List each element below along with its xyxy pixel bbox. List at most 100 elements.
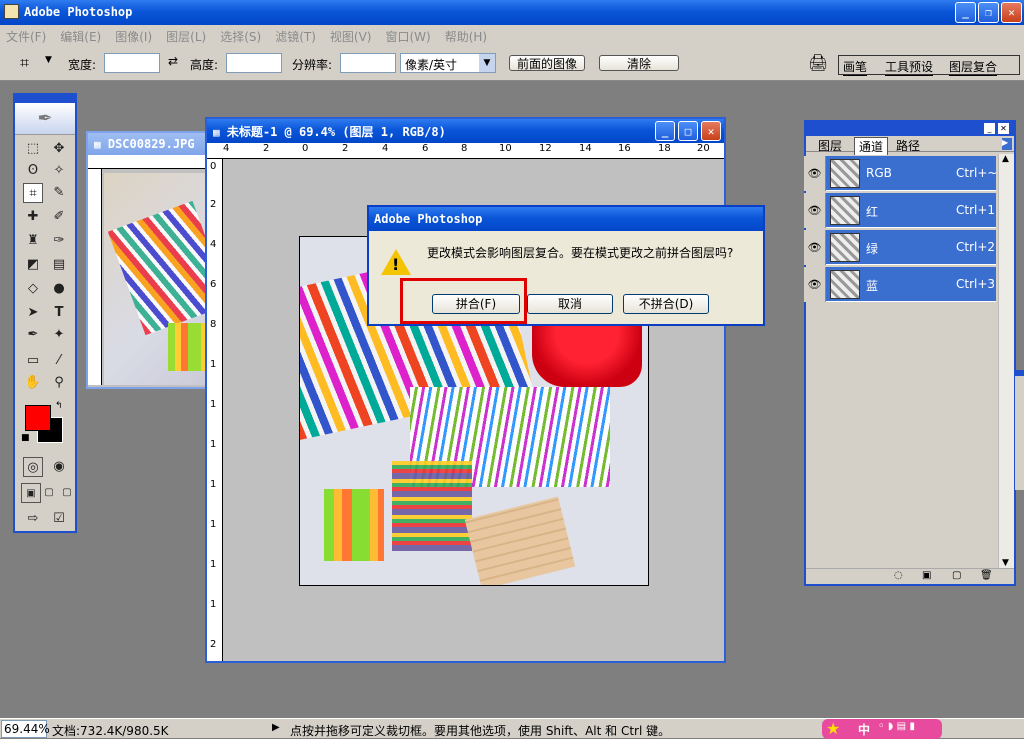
menu-layer[interactable]: 图层(L)	[166, 28, 206, 45]
tool-preset-dropdown-icon[interactable]: ▼	[45, 55, 52, 65]
doc-size[interactable]: 文档:732.4K/980.5K	[52, 722, 169, 739]
jump-to-imageready-icon[interactable]: ⇨	[23, 509, 43, 529]
menu-select[interactable]: 选择(S)	[220, 28, 261, 45]
panel-scrollbar[interactable]: ▲ ▼	[998, 154, 1014, 568]
channel-name: 红	[866, 205, 879, 219]
tab-brushes[interactable]: 画笔	[843, 58, 868, 76]
healing-brush-icon[interactable]: ✚	[23, 207, 43, 227]
default-colors-icon[interactable]: ■	[21, 433, 30, 443]
channel-row-blue[interactable]: 👁 蓝 Ctrl+3	[804, 267, 996, 302]
channel-shortcut: Ctrl+~	[956, 166, 998, 180]
stamp-icon[interactable]: ♜	[23, 231, 43, 251]
gradient-icon[interactable]: ▤	[49, 255, 69, 275]
hand-icon[interactable]: ✋	[23, 373, 43, 393]
menu-window[interactable]: 窗口(W)	[385, 28, 430, 45]
doc1-title-bar[interactable]: ▦ DSC00829.JPG	[88, 133, 224, 157]
menu-bar: 文件(F) 编辑(E) 图像(I) 图层(L) 选择(S) 滤镜(T) 视图(V) 窗口(W)…	[0, 25, 1024, 45]
new-channel-icon[interactable]: ▢	[952, 570, 961, 581]
type-icon[interactable]: T	[49, 303, 69, 323]
width-input[interactable]	[104, 53, 160, 73]
save-selection-icon[interactable]: ▣	[922, 570, 931, 581]
scroll-up-icon[interactable]: ▲	[1002, 154, 1009, 164]
tab-channels[interactable]: 通道	[854, 137, 889, 155]
no-flatten-button[interactable]: 不拼合(D)	[623, 294, 709, 314]
eye-icon[interactable]: 👁	[804, 230, 826, 265]
pen-icon[interactable]: ✒	[23, 325, 43, 345]
resolution-label: 分辨率:	[292, 58, 333, 72]
blur-icon[interactable]: ◇	[23, 279, 43, 299]
front-image-button[interactable]: 前面的图像	[509, 55, 585, 71]
eye-icon[interactable]: 👁	[804, 193, 826, 228]
cancel-button[interactable]: 取消	[527, 294, 613, 314]
menu-help[interactable]: 帮助(H)	[445, 28, 487, 45]
dialog-title-bar[interactable]: Adobe Photoshop	[369, 207, 763, 231]
channel-name: 蓝	[866, 279, 879, 293]
tab-tool-presets[interactable]: 工具预设	[885, 58, 934, 76]
panel-header: _ ✕	[806, 122, 1014, 136]
channel-row-rgb[interactable]: 👁 RGB Ctrl+~	[804, 156, 998, 191]
minimize-button[interactable]: _	[955, 2, 976, 23]
tab-layer-comps[interactable]: 图层复合	[949, 58, 998, 76]
eraser-icon[interactable]: ◩	[23, 255, 43, 275]
menu-file[interactable]: 文件(F)	[6, 28, 46, 45]
status-arrow-icon[interactable]: ▶	[272, 722, 280, 733]
panel-minimize-icon[interactable]: _	[984, 123, 995, 134]
swap-colors-icon[interactable]: ↰	[55, 401, 63, 411]
flatten-button[interactable]: 拼合(F)	[432, 294, 520, 314]
channel-row-red[interactable]: 👁 红 Ctrl+1	[804, 193, 996, 228]
eyedropper-icon[interactable]: ⁄	[49, 351, 69, 371]
doc2-ruler-horizontal: 4 2 0 2 4 6 8 10 12 14 16 18 20	[207, 143, 724, 159]
doc2-minimize-button[interactable]: _	[655, 121, 675, 141]
restore-button[interactable]: ❐	[978, 2, 999, 23]
close-button[interactable]: ✕	[1001, 2, 1022, 23]
zoom-input[interactable]: 69.44%	[1, 720, 50, 738]
notes-icon[interactable]: ▭	[23, 351, 43, 371]
move-icon[interactable]: ✥	[49, 139, 69, 159]
lasso-icon[interactable]: ʘ	[23, 161, 43, 181]
crop-tool-icon[interactable]: ⌗	[20, 53, 29, 73]
swap-icon[interactable]: ⇄	[168, 54, 178, 68]
delete-channel-icon[interactable]: 🗑	[980, 570, 993, 581]
channel-row-green[interactable]: 👁 绿 Ctrl+2	[804, 230, 996, 265]
clear-button[interactable]: 清除	[599, 55, 679, 71]
zoom-icon[interactable]: ⚲	[49, 373, 69, 393]
doc2-title-bar[interactable]: ▦ 未标题-1 @ 69.4% (图层 1, RGB/8) _ □ ✕	[207, 119, 724, 143]
eye-icon[interactable]: 👁	[804, 156, 826, 191]
tab-paths[interactable]: 路径	[896, 137, 920, 154]
screen-mode-full-menu-icon[interactable]: ▢	[39, 483, 59, 503]
quick-mask-icon[interactable]: ◉	[49, 457, 69, 477]
doc2-close-button[interactable]: ✕	[701, 121, 721, 141]
dodge-icon[interactable]: ●	[49, 279, 69, 299]
screen-mode-standard-icon[interactable]: ▣	[21, 483, 41, 503]
panel-menu-icon[interactable]: ▶	[1002, 138, 1012, 150]
shape-icon[interactable]: ✦	[49, 325, 69, 345]
path-select-icon[interactable]: ➤	[23, 303, 43, 323]
menu-image[interactable]: 图像(I)	[115, 28, 152, 45]
brush-icon[interactable]: ✐	[49, 207, 69, 227]
tab-layers[interactable]: 图层	[818, 137, 842, 154]
load-selection-icon[interactable]: ◌	[894, 570, 903, 581]
height-input[interactable]	[226, 53, 282, 73]
palette-well-icon[interactable]: 🖨	[808, 53, 828, 72]
ime-toolbar[interactable]: ★ 中 ◦ ◗ ▤ ▮	[822, 719, 942, 739]
panel-close-icon[interactable]: ✕	[998, 123, 1009, 134]
eye-icon[interactable]: 👁	[804, 267, 826, 302]
history-brush-icon[interactable]: ✑	[49, 231, 69, 251]
foreground-color-swatch[interactable]	[25, 405, 51, 431]
unit-select[interactable]: 像素/英寸 ▼	[400, 53, 496, 73]
menu-edit[interactable]: 编辑(E)	[60, 28, 101, 45]
resolution-input[interactable]	[340, 53, 396, 73]
partial-panel-edge[interactable]	[1014, 370, 1024, 490]
doc2-maximize-button[interactable]: □	[678, 121, 698, 141]
screen-mode-full-icon[interactable]: ▢	[57, 483, 77, 503]
marquee-icon[interactable]: ⬚	[23, 139, 43, 159]
scroll-down-icon[interactable]: ▼	[1002, 558, 1009, 568]
menu-filter[interactable]: 滤镜(T)	[275, 28, 316, 45]
menu-view[interactable]: 视图(V)	[330, 28, 372, 45]
magic-wand-icon[interactable]: ✧	[49, 161, 69, 181]
slice-icon[interactable]: ✎	[49, 183, 69, 203]
document-window-untitled[interactable]: ▦ 未标题-1 @ 69.4% (图层 1, RGB/8) _ □ ✕ 4 2 …	[205, 117, 726, 663]
crop-icon[interactable]: ⌗	[23, 183, 43, 203]
standard-mode-icon[interactable]: ◎	[23, 457, 43, 477]
checkmark-icon[interactable]: ☑	[49, 509, 69, 529]
